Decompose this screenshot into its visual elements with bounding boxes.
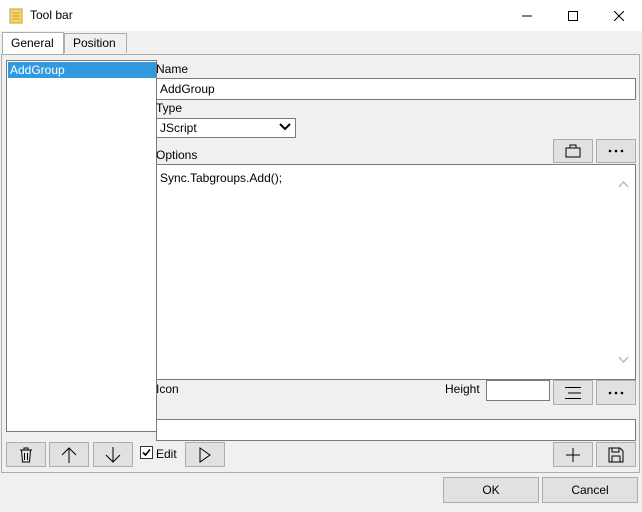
ellipsis-icon <box>608 149 624 153</box>
floppy-disk-icon <box>608 447 624 462</box>
scroll-down-icon[interactable] <box>618 356 629 363</box>
notepad-app-icon <box>9 8 23 24</box>
play-icon <box>199 446 211 463</box>
checkmark-icon <box>142 448 151 457</box>
ellipsis-icon <box>608 391 624 394</box>
move-up-button[interactable] <box>49 442 89 467</box>
trash-icon <box>20 447 32 462</box>
save-button[interactable] <box>596 442 636 467</box>
align-button[interactable] <box>553 380 593 405</box>
list-item[interactable]: AddGroup <box>8 62 156 78</box>
maximize-icon <box>568 10 578 21</box>
name-label: Name <box>156 62 189 76</box>
cancel-button[interactable]: Cancel <box>542 477 638 503</box>
minimize-button[interactable] <box>504 0 550 31</box>
window-title: Tool bar <box>30 8 73 22</box>
icon-more-button[interactable] <box>596 380 636 405</box>
tab-bar: General Position <box>0 32 642 55</box>
toolbar-item-list[interactable]: AddGroup <box>6 60 157 432</box>
icon-input[interactable] <box>156 419 636 441</box>
options-label: Options <box>156 148 198 162</box>
close-icon <box>614 10 624 21</box>
type-select[interactable]: JScript <box>156 118 296 138</box>
add-button[interactable] <box>553 442 593 467</box>
edit-checkbox[interactable] <box>140 446 153 459</box>
title-bar: Tool bar <box>0 0 642 31</box>
minimize-icon <box>522 15 532 16</box>
run-button[interactable] <box>185 442 225 467</box>
name-input[interactable]: AddGroup <box>156 78 636 100</box>
briefcase-icon <box>565 144 581 158</box>
align-lines-icon <box>565 386 581 399</box>
options-text: Sync.Tabgroups.Add(); <box>160 171 283 185</box>
delete-button[interactable] <box>6 442 46 467</box>
options-more-button[interactable] <box>596 139 636 163</box>
arrow-up-icon <box>61 446 77 463</box>
tab-position[interactable]: Position <box>64 33 127 53</box>
options-textarea[interactable]: Sync.Tabgroups.Add(); <box>156 164 636 380</box>
type-select-value: JScript <box>160 121 197 135</box>
maximize-button[interactable] <box>550 0 596 31</box>
close-button[interactable] <box>596 0 642 31</box>
ok-button[interactable]: OK <box>443 477 539 503</box>
height-input[interactable] <box>486 380 550 401</box>
select-command-button[interactable] <box>553 139 593 163</box>
height-label: Height <box>445 382 480 396</box>
plus-icon <box>566 447 580 462</box>
tab-general[interactable]: General <box>2 32 64 54</box>
icon-label: Icon <box>156 382 179 396</box>
scroll-up-icon[interactable] <box>618 181 629 188</box>
chevron-down-icon <box>279 123 291 131</box>
arrow-down-icon <box>105 446 121 463</box>
move-down-button[interactable] <box>93 442 133 467</box>
edit-label: Edit <box>156 447 177 461</box>
type-label: Type <box>156 101 183 115</box>
